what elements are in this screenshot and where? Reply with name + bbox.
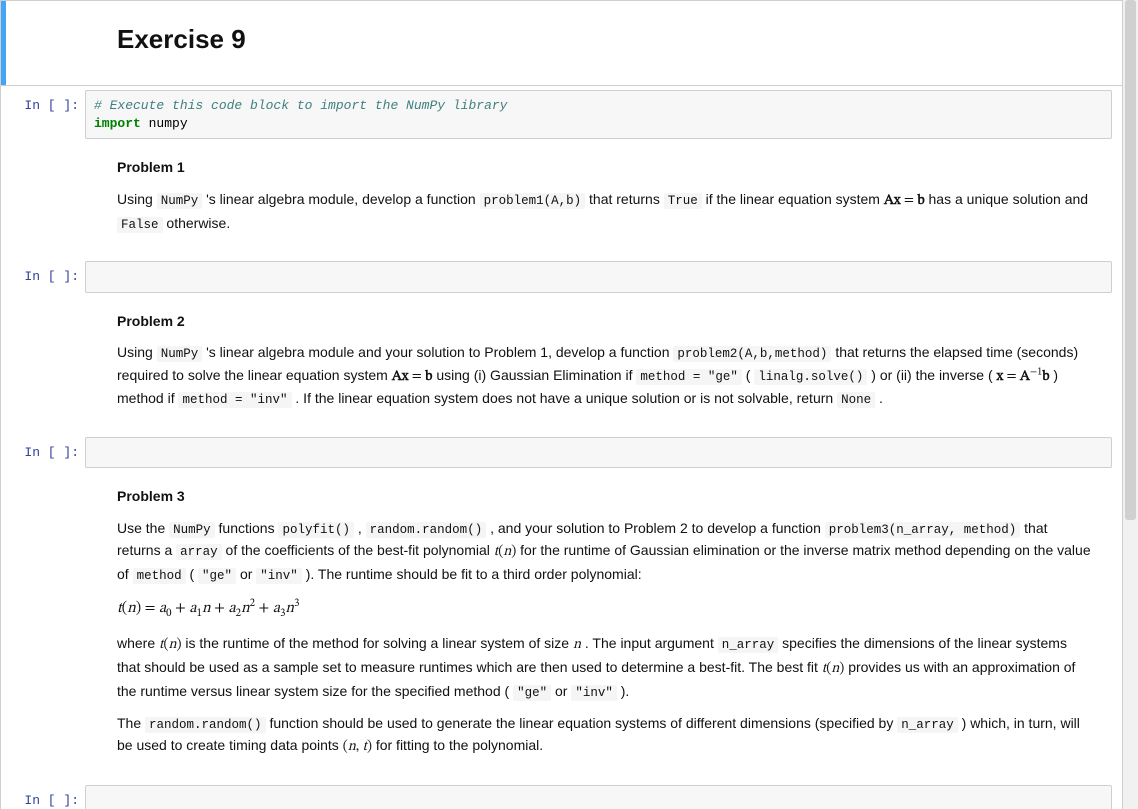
inline-math: t(n) [822, 662, 845, 676]
inline-code: n_array [718, 637, 779, 653]
code-editor[interactable]: # Execute this code block to import the … [85, 90, 1112, 139]
notebook-title: Exercise 9 [117, 19, 1092, 59]
code-cell-1[interactable]: In [ ]: # Execute this code block to imp… [1, 86, 1122, 143]
problem1-heading: Problem 1 [117, 157, 1092, 179]
problem3-text[interactable]: Problem 3 Use the NumPy functions polyfi… [1, 472, 1122, 781]
input-prompt: In [ ]: [7, 261, 85, 287]
inline-code: "inv" [256, 568, 302, 584]
problem2-text[interactable]: Problem 2 Using NumPy 's linear algebra … [1, 297, 1122, 433]
inline-code: random.random() [366, 522, 487, 538]
code-editor[interactable] [85, 785, 1112, 809]
equation: Ax = b [392, 370, 433, 384]
inline-math: (n, t) [343, 740, 372, 754]
problem3-para3: The random.random() function should be u… [117, 713, 1092, 759]
input-prompt: In [ ]: [7, 785, 85, 809]
input-prompt: In [ ]: [7, 437, 85, 463]
inline-math: n [573, 638, 581, 652]
inline-code: method [133, 568, 186, 584]
inline-code: NumPy [169, 522, 215, 538]
input-prompt: In [ ]: [7, 90, 85, 116]
code-cell-3[interactable]: In [ ]: [1, 433, 1122, 473]
title-cell[interactable]: Exercise 9 [1, 0, 1122, 85]
equation: x = A−1b [997, 370, 1050, 384]
code-cell-4[interactable]: In [ ]: [1, 781, 1122, 809]
inline-code: method = "ge" [636, 369, 742, 385]
inline-code: NumPy [157, 193, 203, 209]
inline-code: linalg.solve() [754, 369, 867, 385]
code-comment: # Execute this code block to import the … [94, 98, 507, 113]
code-keyword: import [94, 116, 141, 131]
inline-code: n_array [897, 717, 958, 733]
inline-math: t(n) [494, 545, 517, 559]
inline-code: "inv" [571, 685, 617, 701]
inline-code: False [117, 217, 163, 233]
code-editor[interactable] [85, 437, 1112, 469]
display-equation: t(n) = a0 + a1n + a2n2 + a3n3 [117, 601, 299, 616]
inline-code: "ge" [513, 685, 551, 701]
inline-code: NumPy [157, 346, 203, 362]
inline-code: None [837, 392, 875, 408]
inline-code: problem2(A,b,method) [673, 346, 831, 362]
code-cell-2[interactable]: In [ ]: [1, 257, 1122, 297]
problem3-para2: where t(n) is the runtime of the method … [117, 633, 1092, 703]
inline-code: polyfit() [278, 522, 354, 538]
problem3-para1: Use the NumPy functions polyfit() , rand… [117, 518, 1092, 586]
problem1-text[interactable]: Problem 1 Using NumPy 's linear algebra … [1, 143, 1122, 257]
inline-math: t(n) [159, 638, 182, 652]
inline-code: random.random() [145, 717, 266, 733]
equation: Ax = b [884, 194, 925, 208]
problem3-equation: t(n) = a0 + a1n + a2n2 + a3n3 [117, 596, 1092, 623]
inline-code: True [664, 193, 702, 209]
problem3-heading: Problem 3 [117, 486, 1092, 508]
notebook-container: Exercise 9 In [ ]: # Execute this code b… [0, 0, 1123, 809]
scrollbar-thumb-icon[interactable] [1125, 0, 1136, 520]
selection-bar-icon [1, 1, 6, 85]
code-editor[interactable] [85, 261, 1112, 293]
inline-code: array [176, 544, 222, 560]
jupyter-page: Exercise 9 In [ ]: # Execute this code b… [0, 0, 1138, 809]
code-module: numpy [149, 116, 188, 131]
inline-code: method = "inv" [178, 392, 291, 408]
problem1-body: Using NumPy 's linear algebra module, de… [117, 189, 1092, 235]
problem2-body: Using NumPy 's linear algebra module and… [117, 342, 1092, 410]
inline-code: problem1(A,b) [480, 193, 586, 209]
problem2-heading: Problem 2 [117, 311, 1092, 333]
scrollbar[interactable] [1123, 0, 1138, 809]
inline-code: "ge" [198, 568, 236, 584]
inline-code: problem3(n_array, method) [825, 522, 1021, 538]
